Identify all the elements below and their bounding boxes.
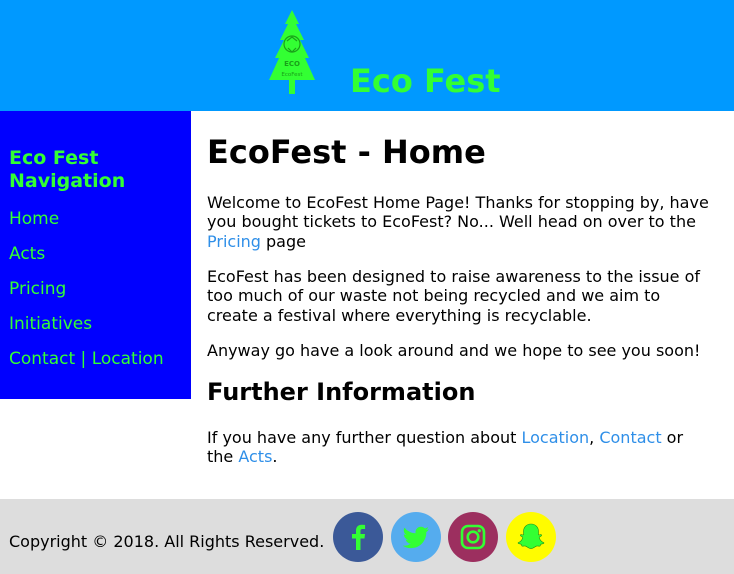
nav-link-pricing[interactable]: Pricing — [9, 279, 66, 299]
nav-link-home[interactable]: Home — [9, 209, 59, 229]
intro-text-end: page — [260, 231, 306, 251]
intro-text: Welcome to EcoFest Home Page! Thanks for… — [207, 193, 709, 232]
copyright-text: Copyright © 2018. All Rights Reserved. — [9, 532, 325, 551]
intro-paragraph: Welcome to EcoFest Home Page! Thanks for… — [207, 193, 712, 251]
snapchat-icon[interactable] — [506, 512, 556, 562]
sidebar-title: Eco Fest Navigation — [9, 147, 126, 192]
mission-paragraph: EcoFest has been designed to raise aware… — [207, 267, 701, 325]
pricing-link[interactable]: Pricing — [207, 232, 261, 251]
info-text: If you have any further question about — [207, 428, 522, 447]
page-title: EcoFest - Home — [207, 133, 486, 171]
instagram-icon[interactable] — [448, 512, 498, 562]
sidebar-nav: Eco Fest Navigation Home Acts Pricing In… — [0, 111, 191, 399]
twitter-icon[interactable] — [391, 512, 441, 562]
svg-text:ECO: ECO — [284, 60, 300, 68]
tree-logo-icon: ECO EcoFest — [269, 10, 315, 94]
nav-link-acts[interactable]: Acts — [9, 244, 45, 264]
nav-link-initiatives[interactable]: Initiatives — [9, 314, 92, 334]
further-info-heading: Further Information — [207, 378, 476, 406]
acts-link[interactable]: Acts — [238, 447, 272, 466]
site-header: ECO EcoFest Eco Fest — [0, 0, 734, 111]
nav-link-location[interactable]: Location — [92, 349, 164, 369]
further-info-paragraph: If you have any further question about L… — [207, 428, 712, 467]
facebook-icon[interactable] — [333, 512, 383, 562]
nav-separator: | — [80, 349, 87, 369]
nav-row-contact-location: Contact | Location — [9, 349, 164, 369]
brand-title: Eco Fest — [350, 62, 501, 100]
nav-link-contact[interactable]: Contact — [9, 349, 75, 369]
info-period: . — [272, 447, 278, 467]
info-comma: , — [589, 428, 600, 447]
contact-link[interactable]: Contact — [599, 428, 661, 447]
logo-text: EcoFest — [281, 72, 303, 78]
site-footer: Copyright © 2018. All Rights Reserved. — [0, 499, 734, 574]
location-link[interactable]: Location — [522, 428, 590, 447]
closing-paragraph: Anyway go have a look around and we hope… — [207, 341, 701, 360]
